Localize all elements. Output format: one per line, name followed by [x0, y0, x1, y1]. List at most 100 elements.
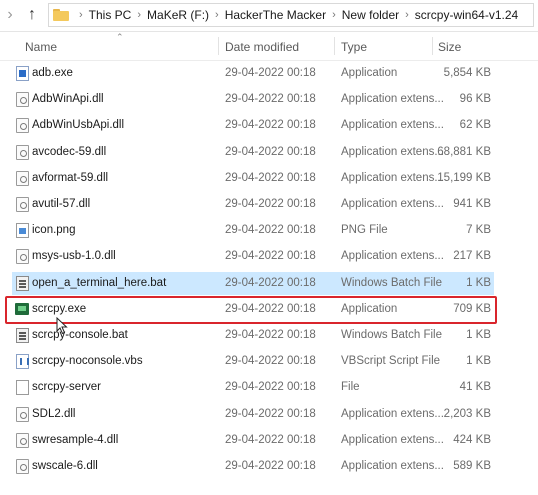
- file-row[interactable]: adb.exe 29-04-2022 00:18 Application 5,854 …: [12, 62, 494, 85]
- file-name: scrcpy-console.bat: [32, 329, 128, 341]
- bat-icon: [16, 328, 29, 343]
- bat-icon: [16, 276, 29, 291]
- file-date-modified: 29-04-2022 00:18: [225, 434, 316, 446]
- file-date-modified: 29-04-2022 00:18: [225, 355, 316, 367]
- file-row[interactable]: avcodec-59.dll 29-04-2022 00:18 Applicatio…: [12, 141, 494, 164]
- file-row[interactable]: open_a_terminal_here.bat 29-04-2022 00:18…: [12, 272, 494, 295]
- file-size: 589 KB: [453, 460, 491, 472]
- file-icon: [16, 380, 29, 395]
- dll-icon: [16, 171, 29, 186]
- exe-icon: [16, 66, 29, 81]
- file-row[interactable]: scrcpy-noconsole.vbs 29-04-2022 00:18 VBSc…: [12, 350, 494, 373]
- forward-arrow-icon[interactable]: ›: [0, 5, 20, 25]
- file-date-modified: 29-04-2022 00:18: [225, 303, 316, 315]
- file-type: Application extens...: [341, 93, 444, 105]
- column-size[interactable]: Size: [438, 40, 461, 54]
- file-name: swresample-4.dll: [32, 434, 119, 446]
- chevron-right-icon[interactable]: ›: [79, 9, 83, 21]
- breadcrumb-drive[interactable]: MaKeR (F:): [147, 8, 209, 22]
- file-row[interactable]: SDL2.dll 29-04-2022 00:18 Application exte…: [12, 403, 494, 426]
- file-date-modified: 29-04-2022 00:18: [225, 329, 316, 341]
- file-date-modified: 29-04-2022 00:18: [225, 67, 316, 79]
- file-size: 217 KB: [453, 250, 491, 262]
- file-date-modified: 29-04-2022 00:18: [225, 224, 316, 236]
- scrcpy-app-icon: [15, 303, 29, 315]
- file-date-modified: 29-04-2022 00:18: [225, 93, 316, 105]
- file-date-modified: 29-04-2022 00:18: [225, 408, 316, 420]
- column-divider[interactable]: [432, 37, 433, 55]
- mouse-cursor-icon: [56, 317, 68, 335]
- file-size: 1 KB: [466, 355, 491, 367]
- file-row[interactable]: icon.png 29-04-2022 00:18 PNG File 7 KB: [12, 219, 494, 242]
- file-row[interactable]: swscale-6.dll 29-04-2022 00:18 Application…: [12, 455, 494, 478]
- file-name: avcodec-59.dll: [32, 146, 107, 158]
- column-divider[interactable]: [218, 37, 219, 55]
- file-name: scrcpy-noconsole.vbs: [32, 355, 143, 367]
- dll-icon: [16, 249, 29, 264]
- file-row[interactable]: avformat-59.dll 29-04-2022 00:18 Applicati…: [12, 167, 494, 190]
- file-type: Application extens...: [341, 408, 444, 420]
- chevron-right-icon[interactable]: ›: [405, 9, 409, 21]
- dll-icon: [16, 407, 29, 422]
- file-row[interactable]: AdbWinUsbApi.dll 29-04-2022 00:18 Applicat…: [12, 114, 494, 137]
- file-date-modified: 29-04-2022 00:18: [225, 146, 316, 158]
- file-type: File: [341, 381, 360, 393]
- breadcrumb-current[interactable]: scrcpy-win64-v1.24: [415, 8, 518, 22]
- file-type: Application extens...: [341, 460, 444, 472]
- chevron-right-icon[interactable]: ›: [332, 9, 336, 21]
- file-name: scrcpy.exe: [32, 303, 87, 315]
- file-size: 15,199 KB: [437, 172, 491, 184]
- chevron-right-icon[interactable]: ›: [215, 9, 219, 21]
- address-bar[interactable]: › This PC › MaKeR (F:) › HackerThe Macke…: [48, 3, 534, 27]
- column-date-modified[interactable]: Date modified: [225, 40, 299, 54]
- file-row[interactable]: scrcpy-server 29-04-2022 00:18 File 41 KB: [12, 376, 494, 399]
- file-type: PNG File: [341, 224, 388, 236]
- dll-icon: [16, 197, 29, 212]
- vbs-icon: [16, 354, 29, 369]
- file-name: AdbWinApi.dll: [32, 93, 104, 105]
- file-type: Application extens...: [341, 198, 444, 210]
- file-name: AdbWinUsbApi.dll: [32, 119, 125, 131]
- column-name[interactable]: Name: [25, 40, 57, 54]
- file-name: adb.exe: [32, 67, 73, 79]
- png-icon: [16, 223, 29, 238]
- file-size: 68,881 KB: [437, 146, 491, 158]
- file-name: scrcpy-server: [32, 381, 102, 393]
- file-row[interactable]: avutil-57.dll 29-04-2022 00:18 Application…: [12, 193, 494, 216]
- file-row[interactable]: AdbWinApi.dll 29-04-2022 00:18 Application…: [12, 88, 494, 111]
- file-type: Application extens...: [341, 119, 444, 131]
- file-size: 941 KB: [453, 198, 491, 210]
- breadcrumb-folder[interactable]: HackerThe Macker: [225, 8, 326, 22]
- dll-icon: [16, 118, 29, 133]
- navigation-bar: › ↑ › This PC › MaKeR (F:) › HackerThe M…: [0, 0, 538, 32]
- file-size: 709 KB: [453, 303, 491, 315]
- file-type: Application: [341, 303, 398, 315]
- file-row[interactable]: scrcpy-console.bat 29-04-2022 00:18 Window…: [12, 324, 494, 347]
- file-row[interactable]: swresample-4.dll 29-04-2022 00:18 Applicat…: [12, 429, 494, 452]
- file-row[interactable]: msys-usb-1.0.dll 29-04-2022 00:18 Applicat…: [12, 245, 494, 268]
- file-type: Application extens...: [341, 146, 444, 158]
- file-size: 424 KB: [453, 434, 491, 446]
- breadcrumb-this-pc[interactable]: This PC: [89, 8, 132, 22]
- column-type[interactable]: Type: [341, 40, 367, 54]
- file-size: 1 KB: [466, 329, 491, 341]
- up-arrow-icon[interactable]: ↑: [22, 5, 42, 25]
- file-type: Application extens...: [341, 434, 444, 446]
- dll-icon: [16, 92, 29, 107]
- column-header: ⌃ Name Date modified Type Size: [0, 31, 538, 61]
- file-date-modified: 29-04-2022 00:18: [225, 277, 316, 289]
- chevron-right-icon[interactable]: ›: [137, 9, 141, 21]
- file-size: 7 KB: [466, 224, 491, 236]
- file-name: swscale-6.dll: [32, 460, 98, 472]
- file-date-modified: 29-04-2022 00:18: [225, 172, 316, 184]
- file-name: msys-usb-1.0.dll: [32, 250, 116, 262]
- file-size: 2,203 KB: [443, 408, 491, 420]
- file-size: 96 KB: [459, 93, 491, 105]
- file-row[interactable]: scrcpy.exe 29-04-2022 00:18 Application 709…: [12, 298, 494, 321]
- column-divider[interactable]: [334, 37, 335, 55]
- file-size: 1 KB: [466, 277, 491, 289]
- file-name: avformat-59.dll: [32, 172, 109, 184]
- dll-icon: [16, 433, 29, 448]
- breadcrumb-subfolder[interactable]: New folder: [342, 8, 399, 22]
- file-date-modified: 29-04-2022 00:18: [225, 250, 316, 262]
